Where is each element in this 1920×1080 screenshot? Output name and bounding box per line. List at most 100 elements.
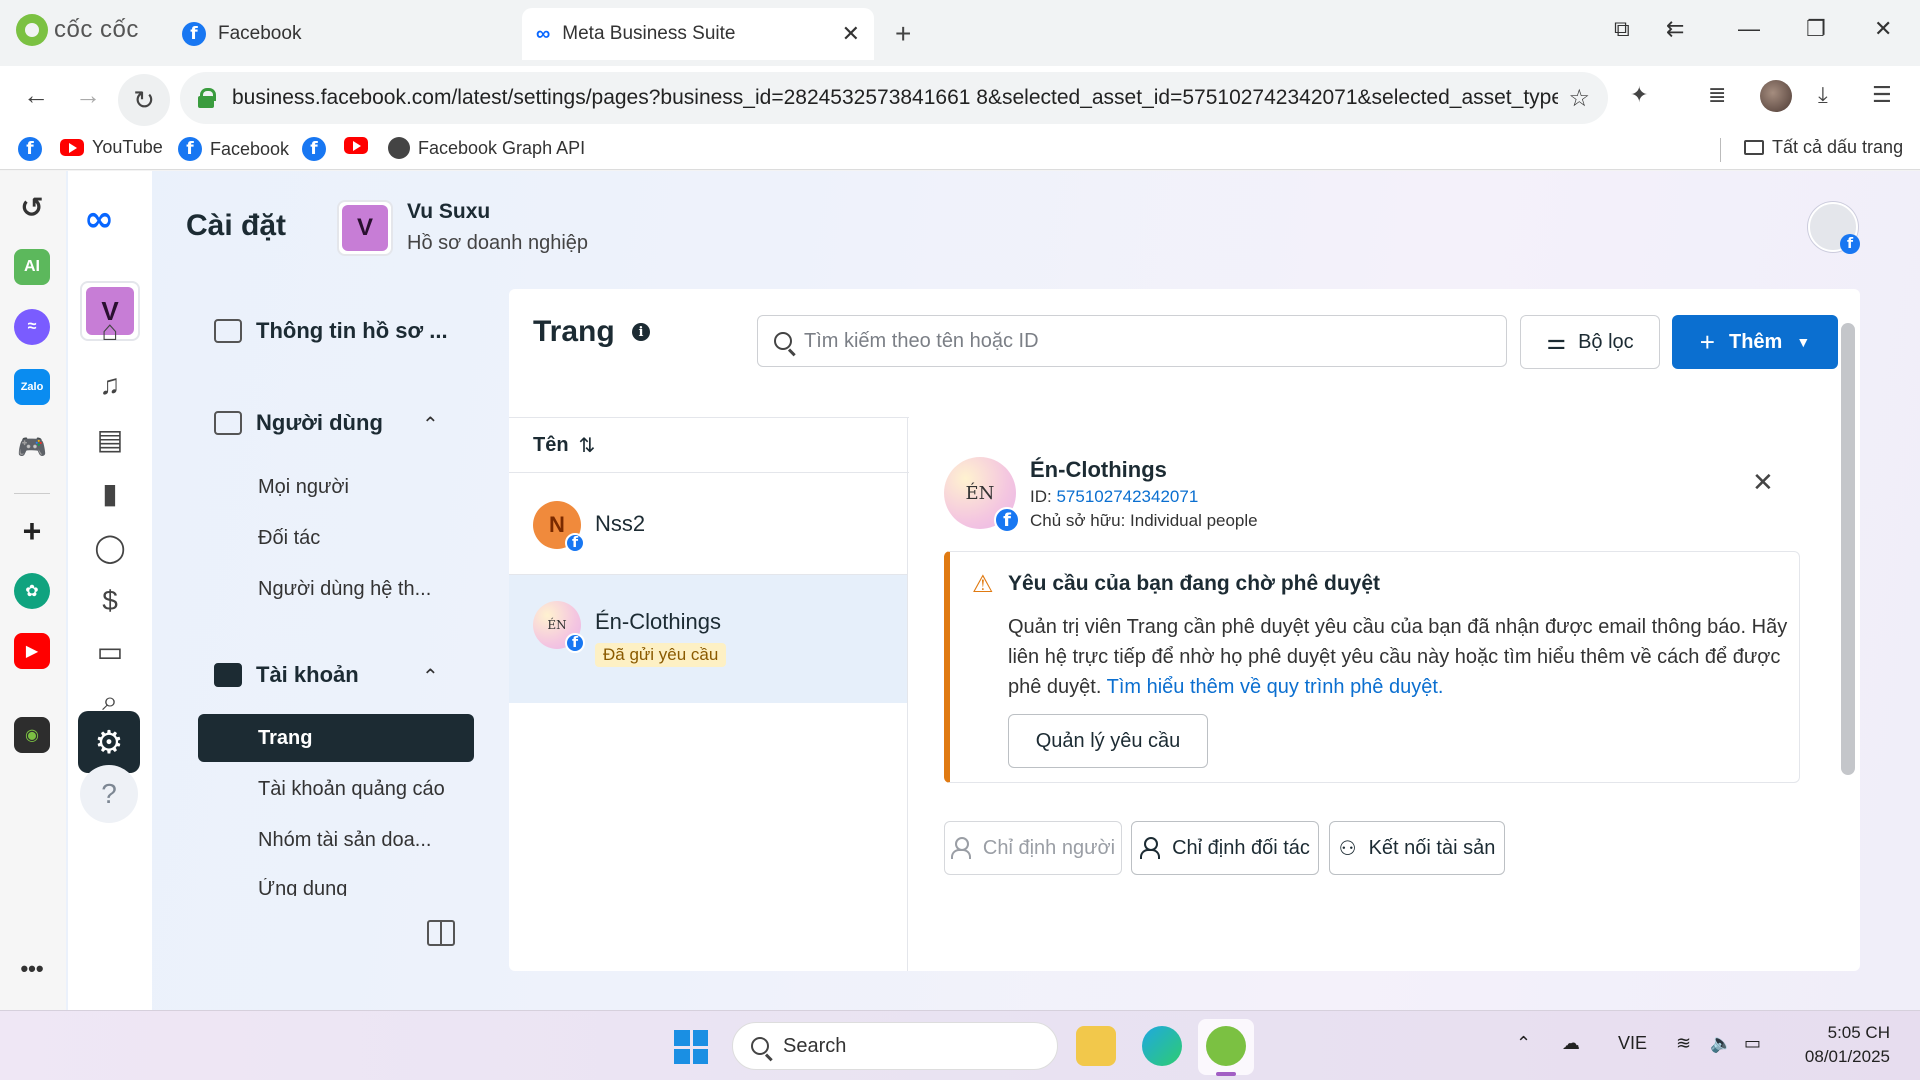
file-explorer-icon[interactable]	[1076, 1026, 1116, 1066]
bookmark-star-icon[interactable]: ☆	[1568, 84, 1590, 113]
list-item-selected[interactable]: ÉN f Én-Clothings Đã gửi yêu cầu	[509, 575, 907, 703]
person-add-icon	[1140, 837, 1161, 859]
back-button[interactable]: ←	[18, 80, 54, 111]
nav-users[interactable]: Người dùng	[214, 410, 383, 436]
nav-item-apps[interactable]: Ứng dụng	[258, 878, 347, 896]
minimize-button[interactable]: —	[1738, 16, 1760, 42]
list-item[interactable]: N f Nss2	[509, 475, 907, 575]
nav-business-info[interactable]: Thông tin hồ sơ ...	[214, 318, 448, 344]
cloud-icon[interactable]: ☁	[1562, 1033, 1580, 1054]
zalo-icon[interactable]: Zalo	[14, 369, 50, 405]
coccoc-brand: cốc cốc	[54, 16, 139, 43]
home-icon[interactable]: ⌂	[90, 311, 130, 351]
nav-item-asset-groups[interactable]: Nhóm tài sản doa...	[258, 829, 431, 852]
chevron-up-icon[interactable]: ⌃	[422, 664, 439, 689]
all-bookmarks[interactable]: Tất cả dấu trang	[1744, 137, 1903, 158]
system-clock[interactable]: 5:05 CH 08/01/2025	[1780, 1021, 1890, 1069]
close-icon[interactable]: ✕	[1752, 467, 1774, 498]
taskbar-search[interactable]: Search	[732, 1022, 1058, 1070]
monetization-icon[interactable]: $	[90, 581, 130, 621]
person-add-icon	[950, 837, 971, 859]
profile-avatar[interactable]	[1760, 80, 1792, 112]
media-icon[interactable]: ≣	[1708, 82, 1726, 108]
inbox-icon[interactable]: ◯	[90, 527, 130, 567]
nav-accounts[interactable]: Tài khoản	[214, 662, 359, 688]
windows-start-icon[interactable]	[674, 1030, 708, 1064]
nav-item-partners[interactable]: Đối tác	[258, 527, 320, 550]
edge-icon[interactable]	[1142, 1026, 1182, 1066]
wallet-icon	[214, 663, 242, 687]
coccoc-logo-icon	[16, 14, 48, 46]
add-icon[interactable]: +	[14, 513, 50, 549]
bookmark-facebook-icon-only[interactable]: f	[18, 137, 42, 161]
bookmark-graph-api[interactable]: Facebook Graph API	[388, 137, 585, 159]
forward-button[interactable]: →	[70, 80, 106, 111]
nav-item-ad-accounts[interactable]: Tài khoản quảng cáo	[258, 778, 445, 801]
history-icon[interactable]: ↺	[14, 189, 50, 225]
chatgpt-icon[interactable]: ✿	[14, 573, 50, 609]
coccoc-icon[interactable]	[1206, 1026, 1246, 1066]
coccoc-2024-icon[interactable]: ◉	[14, 717, 50, 753]
notifications-icon[interactable]: ♫	[90, 365, 130, 405]
search-input[interactable]	[804, 329, 1490, 353]
ai-icon[interactable]: AI	[14, 249, 50, 285]
battery-icon[interactable]: ▭	[1744, 1033, 1761, 1054]
meta-logo-icon[interactable]: ∞	[84, 199, 114, 240]
add-button[interactable]: + Thêm ▼	[1672, 315, 1838, 369]
id-link[interactable]: 575102742342071	[1056, 487, 1198, 506]
youtube-icon[interactable]: ▶	[14, 633, 50, 669]
connect-assets-button[interactable]: ⚇ Kết nối tài sản	[1329, 821, 1505, 875]
facebook-badge-icon: f	[1840, 234, 1860, 254]
bookmark-youtube-2[interactable]	[344, 137, 368, 154]
nav-item-people[interactable]: Mọi người	[258, 476, 349, 499]
help-icon[interactable]: ?	[80, 765, 138, 823]
ads-icon[interactable]: ▭	[90, 631, 130, 671]
screenshot-icon[interactable]: ⧉	[1614, 16, 1630, 42]
page-title: Cài đặt	[186, 209, 287, 242]
extensions-icon[interactable]: ✦	[1630, 82, 1648, 108]
settings-icon[interactable]: ⚙	[78, 711, 140, 773]
bookmark-facebook[interactable]: f Facebook	[178, 137, 289, 161]
bookmark-youtube[interactable]: YouTube	[60, 137, 163, 158]
info-icon[interactable]: i	[632, 323, 650, 341]
meta-icon: ∞	[536, 22, 551, 45]
assign-partner-button[interactable]: Chỉ định đối tác	[1131, 821, 1319, 875]
language-indicator[interactable]: VIE	[1618, 1033, 1647, 1054]
alert-title: Yêu cầu của bạn đang chờ phê duyệt	[1008, 572, 1381, 595]
learn-more-link[interactable]: Tìm hiểu thêm về quy trình phê duyệt.	[1107, 676, 1444, 698]
collapse-sidebar-icon[interactable]	[427, 920, 455, 946]
tab-search-icon[interactable]: ⇇	[1666, 16, 1684, 42]
bookmark-facebook-2[interactable]: f	[302, 137, 326, 161]
chevron-up-icon[interactable]: ⌃	[422, 412, 439, 437]
meta-rail: ∞ V ⌂ ♫ ▤ ▮ ◯ $ ▭ ⌕ ⚙ ?	[68, 171, 152, 1010]
scrollbar[interactable]	[1841, 323, 1855, 775]
facebook-icon: f	[302, 137, 326, 161]
restore-button[interactable]: ❐	[1806, 16, 1826, 42]
nav-item-pages[interactable]: Trang	[198, 714, 474, 762]
reload-button[interactable]: ↻	[118, 74, 170, 126]
assign-people-button[interactable]: Chỉ định người	[944, 821, 1122, 875]
search-box[interactable]	[757, 315, 1507, 367]
wifi-icon[interactable]: ≋	[1676, 1033, 1691, 1054]
menu-icon[interactable]: ☰	[1872, 82, 1892, 108]
messenger-icon[interactable]: ≈	[14, 309, 50, 345]
insights-icon[interactable]: ▮	[90, 473, 130, 513]
tab-facebook[interactable]: f Facebook	[168, 8, 520, 60]
nav-item-system-users[interactable]: Người dùng hệ th...	[258, 578, 431, 601]
download-icon[interactable]: ⤓	[1818, 82, 1828, 108]
volume-icon[interactable]: 🔈	[1710, 1033, 1732, 1054]
column-header-name[interactable]: Tên ⇅	[509, 417, 909, 473]
filter-button[interactable]: ⚌ Bộ lọc	[1520, 315, 1660, 369]
chevron-up-icon[interactable]: ⌃	[1516, 1033, 1531, 1054]
game-icon[interactable]: 🎮	[14, 429, 50, 465]
content-icon[interactable]: ▤	[90, 419, 130, 459]
more-icon[interactable]: •••	[14, 951, 50, 987]
clock-date: 08/01/2025	[1804, 1047, 1890, 1066]
close-window-button[interactable]: ✕	[1874, 16, 1892, 42]
new-tab-button[interactable]: +	[895, 18, 911, 50]
address-bar[interactable]: business.facebook.com/latest/settings/pa…	[180, 72, 1608, 124]
manage-request-button[interactable]: Quản lý yêu cầu	[1008, 714, 1208, 768]
user-profile-avatar[interactable]: f	[1808, 202, 1860, 254]
tab-meta-business-suite[interactable]: ∞ Meta Business Suite ✕	[522, 8, 874, 60]
close-tab-icon[interactable]: ✕	[842, 21, 860, 47]
